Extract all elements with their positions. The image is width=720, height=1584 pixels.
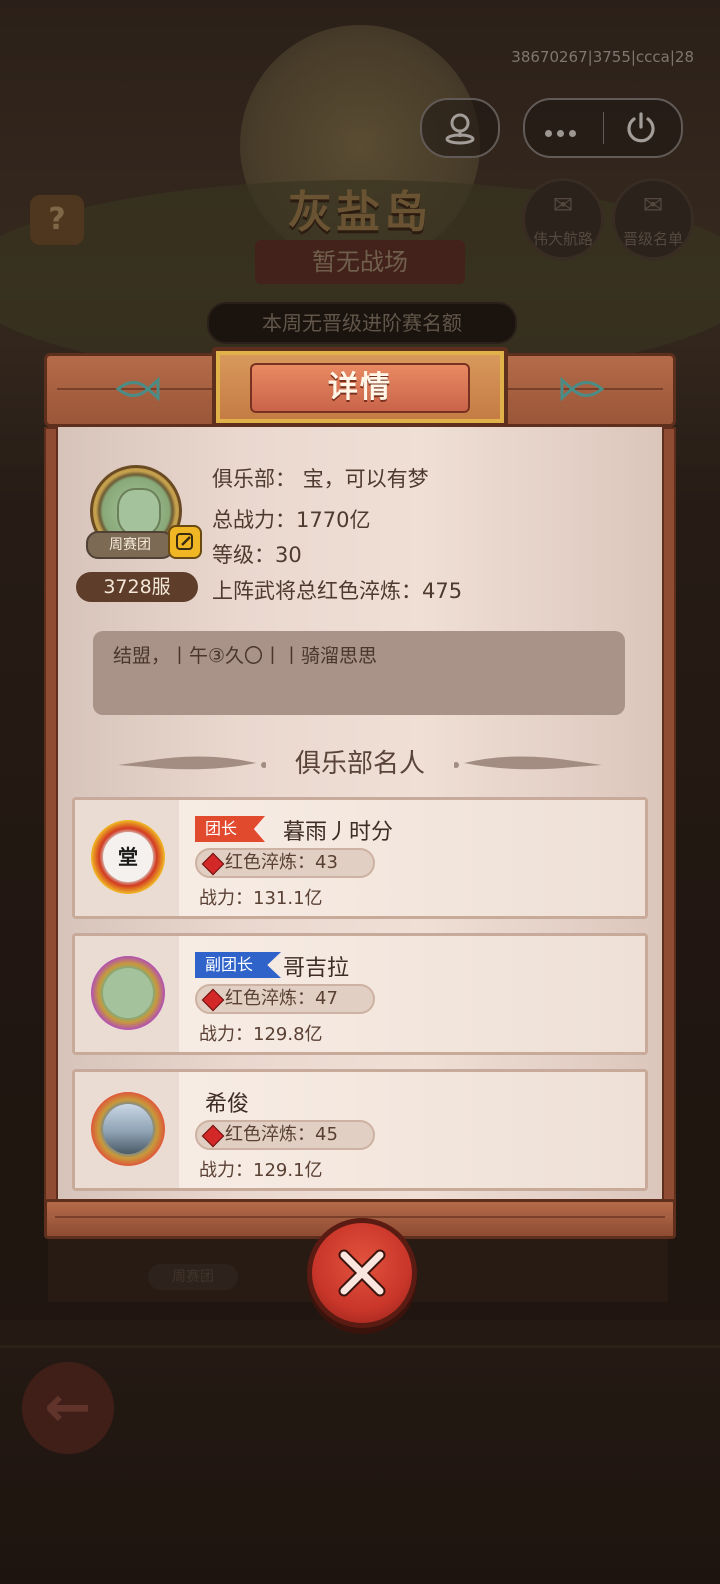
- avatar-portrait: 堂: [103, 832, 153, 882]
- club-level-value: 30: [275, 543, 302, 567]
- club-level-label: 等级：: [212, 543, 275, 567]
- close-button[interactable]: [307, 1218, 417, 1328]
- power-label: 战力：: [199, 888, 253, 909]
- title-inner: 详情: [250, 363, 470, 413]
- club-refine-value: 475: [422, 579, 463, 603]
- close-x-icon: [338, 1249, 386, 1297]
- avatar-portrait: [103, 968, 153, 1018]
- club-name-label: 俱乐部：: [212, 467, 296, 491]
- refine-label: 红色淬炼：: [225, 1124, 315, 1145]
- refine-value: 47: [315, 988, 338, 1009]
- club-name-row: 俱乐部： 宝，可以有梦: [212, 463, 429, 493]
- club-emblem: [117, 488, 161, 536]
- club-refine-row: 上阵武将总红色淬炼：475: [212, 575, 462, 605]
- modal-frame-left: [44, 427, 58, 1203]
- club-notice: 结盟，丨午③久〇丨丨骑溜思思: [93, 631, 625, 715]
- famous-heading-row: 俱乐部名人: [58, 735, 662, 779]
- modal-title-plate: 详情: [212, 347, 508, 427]
- role-tag-leader: 团长: [195, 816, 266, 842]
- fish-decoration-icon: [560, 376, 606, 408]
- red-gem-icon: [201, 1124, 225, 1148]
- power-value: 129.8亿: [253, 1024, 323, 1045]
- fish-divider-icon: [454, 756, 602, 770]
- club-name-value: 宝，可以有梦: [302, 467, 429, 491]
- red-gem-icon: [201, 852, 225, 876]
- member-info: 团长 暮雨丿时分 红色淬炼：43 战力：131.1亿: [179, 800, 645, 916]
- member-name: 希俊: [205, 1092, 250, 1117]
- refine-label: 红色淬炼：: [225, 852, 315, 873]
- fish-decoration-icon: [114, 376, 160, 408]
- club-refine-label: 上阵武将总红色淬炼：: [212, 579, 422, 603]
- modal-content: 周赛团 3728服 俱乐部： 宝，可以有梦 总战力：1770亿 等级：30 上阵…: [58, 427, 662, 1203]
- edit-icon[interactable]: [168, 525, 202, 559]
- member-power: 战力：129.1亿: [199, 1156, 323, 1182]
- role-tag-vice-leader: 副团长: [195, 952, 282, 978]
- refine-value: 43: [315, 852, 338, 873]
- club-power-label: 总战力：: [212, 508, 296, 532]
- member-avatar-panel: [75, 936, 179, 1052]
- club-power-value: 1770亿: [296, 508, 371, 532]
- refine-badge: 红色淬炼：43: [195, 848, 375, 878]
- member-card[interactable]: 副团长 哥吉拉 红色淬炼：47 战力：129.8亿: [72, 933, 648, 1055]
- refine-badge: 红色淬炼：47: [195, 984, 375, 1014]
- member-name: 哥吉拉: [283, 956, 350, 981]
- weekly-team-tag: 周赛团: [86, 531, 174, 559]
- member-info: 副团长 哥吉拉 红色淬炼：47 战力：129.8亿: [179, 936, 645, 1052]
- avatar-portrait: [103, 1104, 153, 1154]
- member-card[interactable]: 希俊 红色淬炼：45 战力：129.1亿: [72, 1069, 648, 1191]
- member-avatar: [85, 946, 171, 1042]
- club-power-row: 总战力：1770亿: [212, 504, 370, 534]
- red-gem-icon: [201, 988, 225, 1012]
- server-badge: 3728服: [76, 572, 198, 602]
- power-label: 战力：: [199, 1160, 253, 1181]
- refine-badge: 红色淬炼：45: [195, 1120, 375, 1150]
- power-value: 129.1亿: [253, 1160, 323, 1181]
- refine-value: 45: [315, 1124, 338, 1145]
- member-avatar: 堂: [85, 810, 171, 906]
- modal-title: 详情: [328, 370, 392, 405]
- club-level-row: 等级：30: [212, 539, 302, 569]
- member-card[interactable]: 堂 团长 暮雨丿时分 红色淬炼：43 战力：131.1亿: [72, 797, 648, 919]
- refine-label: 红色淬炼：: [225, 988, 315, 1009]
- member-avatar-panel: [75, 1072, 179, 1188]
- member-power: 战力：129.8亿: [199, 1020, 323, 1046]
- member-power: 战力：131.1亿: [199, 884, 323, 910]
- modal-frame-right: [662, 427, 676, 1203]
- member-avatar-panel: 堂: [75, 800, 179, 916]
- member-avatar: [85, 1082, 171, 1178]
- power-value: 131.1亿: [253, 888, 323, 909]
- member-info: 希俊 红色淬炼：45 战力：129.1亿: [179, 1072, 645, 1188]
- member-name: 暮雨丿时分: [283, 820, 394, 845]
- power-label: 战力：: [199, 1024, 253, 1045]
